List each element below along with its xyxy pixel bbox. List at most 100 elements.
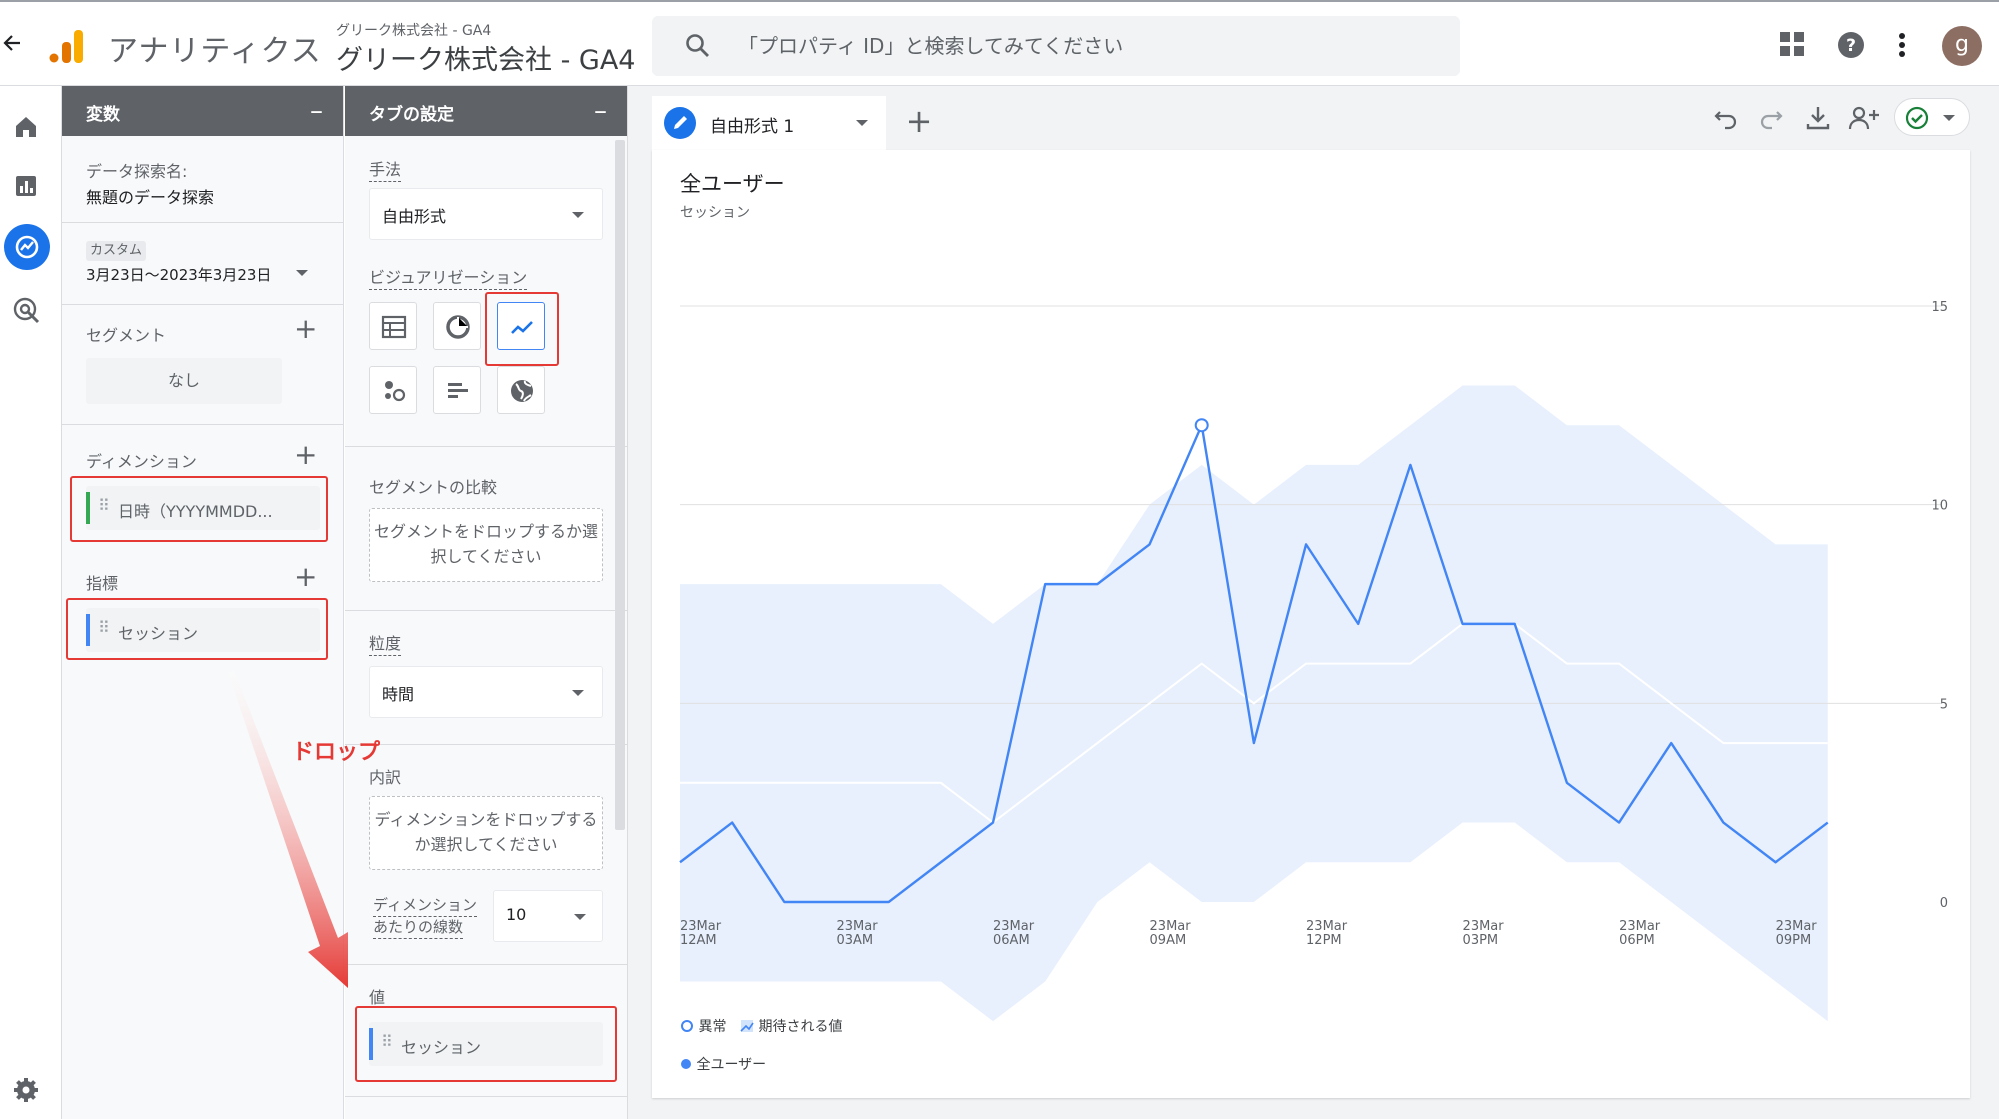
more-vert-icon[interactable] — [1892, 30, 1922, 60]
anomaly-marker-icon — [681, 1020, 693, 1032]
tab-menu-caret-icon[interactable] — [856, 120, 868, 126]
metrics-label: 指標 — [86, 574, 119, 593]
search-input[interactable] — [738, 16, 1418, 76]
granularity-select[interactable]: 時間 — [369, 666, 603, 718]
legend-series-label: 全ユーザー — [696, 1057, 767, 1073]
visualization-label: ビジュアリゼーション — [369, 268, 528, 290]
segment-drop-zone[interactable]: セグメントをドロップするか選択してください — [369, 508, 603, 582]
tab-label: 自由形式 1 — [710, 117, 795, 137]
tab-settings-title: タブの設定 — [369, 105, 454, 125]
donut-chart-icon — [446, 315, 470, 339]
edit-pencil-icon[interactable] — [664, 107, 696, 139]
x-tick-date-4: 23Mar — [1306, 919, 1348, 934]
account-property-name[interactable]: グリーク株式会社 - GA4 — [336, 38, 635, 77]
technique-select[interactable]: 自由形式 — [369, 188, 603, 240]
series-dot-icon — [681, 1059, 691, 1069]
settings-gear-icon[interactable] — [12, 1076, 42, 1106]
scatter-icon — [385, 381, 406, 402]
breakdown-drop-zone[interactable]: ディメンションをドロップするか選択してください — [369, 796, 603, 870]
x-tick-date-7: 23Mar — [1776, 919, 1818, 934]
x-tick-date-1: 23Mar — [837, 919, 879, 934]
search-bar[interactable] — [652, 16, 1460, 76]
drop-annotation: ドロップ — [292, 740, 381, 765]
donut-viz-button[interactable] — [433, 302, 481, 350]
divider — [62, 304, 344, 305]
tab-freeform-1[interactable]: 自由形式 1 — [652, 96, 886, 150]
left-navigation — [0, 86, 62, 1119]
reports-icon[interactable] — [12, 172, 42, 202]
segment-compare-label: セグメントの比較 — [369, 478, 498, 497]
divider — [345, 610, 628, 611]
legend-anomaly-label: 異常 — [698, 1019, 727, 1035]
highlight-box-values — [355, 1006, 617, 1082]
date-range[interactable]: 3月23日～2023年3月23日 — [86, 264, 271, 285]
rows-per-dimension-select[interactable]: 10 — [493, 890, 603, 942]
divider — [345, 744, 628, 745]
search-icon — [684, 32, 712, 60]
x-tick-time-2: 06AM — [993, 933, 1030, 948]
date-dropdown-icon[interactable] — [296, 270, 308, 276]
x-tick-time-4: 12PM — [1306, 933, 1342, 948]
rows-per-dimension-value: 10 — [506, 905, 527, 924]
add-segment-button[interactable]: + — [294, 312, 317, 345]
x-tick-time-5: 03PM — [1463, 933, 1499, 948]
rows-per-dimension-label-1: ディメンション — [373, 896, 477, 917]
add-tab-button[interactable]: + — [890, 96, 948, 150]
x-tick-date-2: 23Mar — [993, 919, 1035, 934]
check-circle-icon — [1905, 106, 1929, 130]
rows-per-dimension-label-2: あたりの線数 — [373, 918, 464, 939]
bar-viz-button[interactable] — [433, 366, 481, 414]
exploration-name[interactable]: 無題のデータ探索 — [86, 184, 214, 208]
scatter-viz-button[interactable] — [369, 366, 417, 414]
help-icon[interactable]: ? — [1836, 30, 1866, 60]
legend-anomaly: 異常 — [680, 1016, 726, 1036]
advertising-icon[interactable] — [12, 296, 42, 326]
divider — [345, 964, 628, 965]
x-tick-time-7: 09PM — [1776, 933, 1812, 948]
back-arrow-icon[interactable] — [2, 32, 24, 56]
x-tick-date-6: 23Mar — [1619, 919, 1661, 934]
add-dimension-button[interactable]: + — [294, 438, 317, 471]
dropdown-caret-icon — [1943, 115, 1955, 121]
scrollbar[interactable] — [615, 140, 625, 830]
tab-settings-panel: タブの設定 – 手法 自由形式 ビジュアリゼーション セグメントの比較 セグメン… — [345, 86, 628, 1119]
undo-icon[interactable] — [1712, 104, 1740, 132]
apps-grid-icon[interactable] — [1778, 30, 1808, 60]
globe-icon — [511, 380, 533, 402]
values-label: 値 — [369, 988, 386, 1007]
redo-icon[interactable] — [1757, 104, 1785, 132]
add-metric-button[interactable]: + — [294, 560, 317, 593]
collapse-tab-settings-button[interactable]: – — [594, 96, 607, 126]
y-tick-15: 15 — [1931, 300, 1948, 315]
account-subtitle[interactable]: グリーク株式会社 - GA4 — [336, 20, 491, 40]
x-tick-date-0: 23Mar — [680, 919, 722, 934]
segment-none: なし — [86, 358, 282, 404]
geo-viz-button[interactable] — [497, 366, 545, 414]
table-viz-button[interactable] — [369, 302, 417, 350]
variables-title: 変数 — [86, 105, 120, 125]
breakdown-label: 内訳 — [369, 768, 402, 787]
highlight-box-dimension — [70, 476, 328, 542]
share-user-icon[interactable] — [1848, 104, 1882, 132]
granularity-value: 時間 — [382, 685, 415, 704]
granularity-label: 粒度 — [369, 634, 402, 656]
collapse-variables-button[interactable]: – — [310, 96, 323, 126]
y-tick-0: 0 — [1940, 896, 1948, 911]
x-tick-time-1: 03AM — [837, 933, 874, 948]
home-icon[interactable] — [12, 112, 42, 142]
explore-icon — [12, 232, 42, 262]
save-status-button[interactable] — [1894, 98, 1970, 136]
analytics-logo[interactable] — [48, 28, 86, 64]
dropdown-caret-icon — [572, 212, 584, 218]
x-tick-time-3: 09AM — [1150, 933, 1187, 948]
chart-card: 全ユーザー セッション 0 5 10 15 23Mar 12AM 23Mar 03AM 23Ma… — [652, 150, 1970, 1098]
avatar[interactable]: g — [1942, 26, 1982, 66]
technique-value: 自由形式 — [382, 207, 447, 226]
divider — [62, 424, 344, 425]
bar-chart-icon — [448, 383, 468, 398]
tab-settings-header: タブの設定 – — [345, 86, 627, 136]
dimensions-label: ディメンション — [86, 452, 197, 471]
download-icon[interactable] — [1804, 104, 1832, 132]
top-header: アナリティクス グリーク株式会社 - GA4 グリーク株式会社 - GA4 ? … — [0, 0, 1999, 86]
legend-expected: 期待される値 — [740, 1016, 842, 1036]
